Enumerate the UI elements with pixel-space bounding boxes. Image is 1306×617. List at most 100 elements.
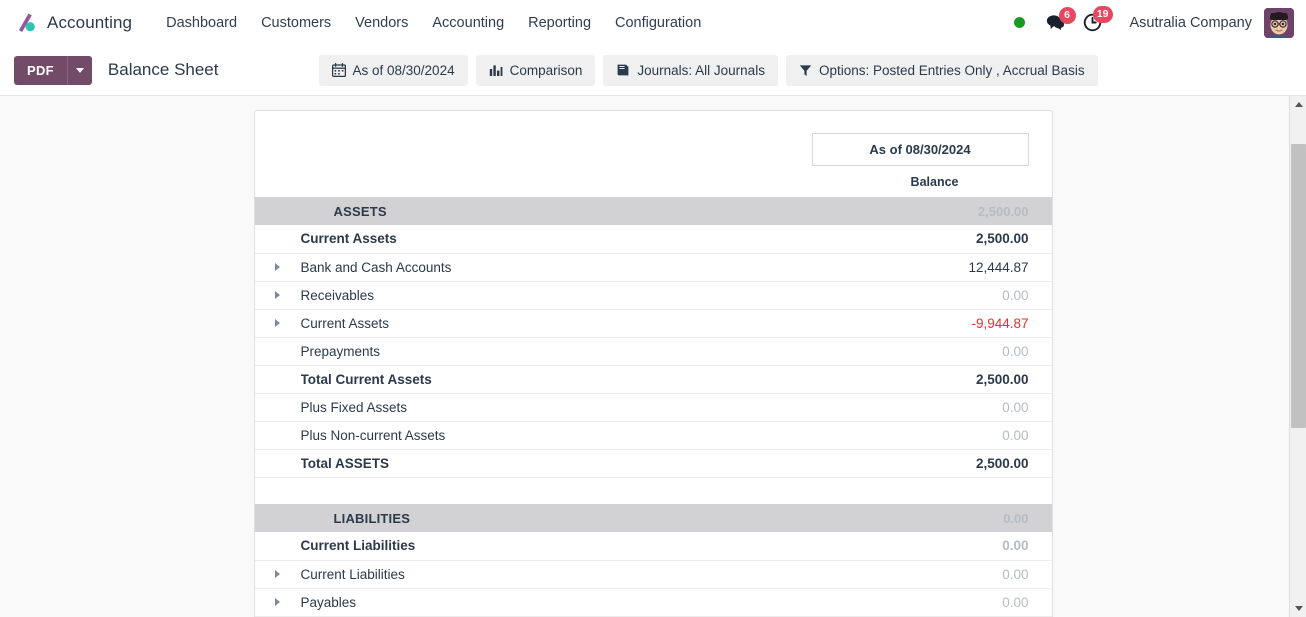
row-value: 12,444.87 bbox=[968, 259, 1029, 275]
row-value: 0.00 bbox=[1002, 538, 1029, 554]
table-row[interactable]: Current Liabilities 0.00 bbox=[254, 560, 1052, 588]
table-row[interactable]: Bank and Cash Accounts 12,444.87 bbox=[254, 253, 1052, 281]
table-row[interactable]: Payables 0.00 bbox=[254, 588, 1052, 616]
pdf-button[interactable]: PDF bbox=[14, 55, 67, 85]
online-status-dot bbox=[1013, 17, 1025, 28]
options-filter-label: Options: Posted Entries Only , Accrual B… bbox=[818, 62, 1085, 78]
bar-chart-icon bbox=[489, 63, 503, 77]
vertical-scrollbar[interactable] bbox=[1289, 96, 1306, 617]
row-value: 2,500.00 bbox=[975, 371, 1029, 387]
expand-triangle-icon[interactable] bbox=[275, 262, 280, 271]
row-label: Payables bbox=[300, 594, 357, 610]
row-value: 0.00 bbox=[1003, 510, 1029, 526]
scroll-down-arrow-icon[interactable] bbox=[1290, 600, 1306, 617]
odoo-logo-icon[interactable] bbox=[14, 11, 38, 35]
user-avatar[interactable] bbox=[1264, 7, 1294, 38]
calendar-icon bbox=[331, 63, 346, 77]
row-label: Plus Non-current Assets bbox=[300, 427, 446, 443]
table-row[interactable]: Plus Non-current Assets 0.00 bbox=[254, 421, 1052, 449]
table-row[interactable]: Current Assets 2,500.00 bbox=[254, 225, 1052, 253]
row-label: Current Liabilities bbox=[300, 566, 405, 582]
messages-badge: 6 bbox=[1058, 7, 1076, 24]
row-value: 0.00 bbox=[1002, 399, 1029, 415]
options-filter-button[interactable]: Options: Posted Entries Only , Accrual B… bbox=[785, 54, 1098, 86]
top-navbar: Accounting Dashboard Customers Vendors A… bbox=[0, 0, 1306, 45]
report-filters: As of 08/30/2024 Comparison Journals: Al… bbox=[318, 54, 1098, 86]
row-expand-cell bbox=[255, 365, 301, 393]
row-label: Total Current Assets bbox=[300, 371, 432, 387]
funnel-icon bbox=[799, 64, 812, 77]
menu-item-reporting[interactable]: Reporting bbox=[516, 9, 603, 37]
menu-item-configuration[interactable]: Configuration bbox=[603, 9, 713, 37]
row-value: 2,500.00 bbox=[977, 203, 1029, 219]
row-value: 0.00 bbox=[1002, 427, 1029, 443]
row-value: 0.00 bbox=[1002, 594, 1029, 610]
activities-badge: 19 bbox=[1092, 6, 1113, 23]
messages-button[interactable]: 6 bbox=[1042, 7, 1079, 33]
row-expand-cell bbox=[255, 532, 301, 560]
row-label: ASSETS bbox=[333, 203, 387, 219]
table-row[interactable]: ASSETS 2,500.00 bbox=[254, 197, 1052, 225]
row-expand-cell bbox=[255, 393, 301, 421]
row-expand-cell[interactable] bbox=[255, 588, 301, 616]
date-filter-button[interactable]: As of 08/30/2024 bbox=[318, 54, 468, 86]
expand-triangle-icon[interactable] bbox=[275, 290, 280, 299]
row-expand-cell[interactable] bbox=[255, 253, 301, 281]
menu-item-vendors[interactable]: Vendors bbox=[343, 9, 420, 37]
table-row[interactable]: LIABILITIES 0.00 bbox=[254, 504, 1052, 532]
comparison-filter-label: Comparison bbox=[509, 62, 583, 78]
pdf-dropdown-button[interactable] bbox=[66, 55, 92, 85]
balance-sheet-body: ASSETS 2,500.00 Current Assets 2,500.00 Bank… bbox=[254, 197, 1052, 616]
menu-item-accounting[interactable]: Accounting bbox=[420, 9, 516, 37]
brand-name: Accounting bbox=[47, 12, 133, 32]
table-row-spacer bbox=[254, 477, 1052, 504]
period-column-header[interactable]: As of 08/30/2024 bbox=[811, 133, 1029, 166]
expand-triangle-icon[interactable] bbox=[275, 318, 280, 327]
menu-item-customers[interactable]: Customers bbox=[249, 9, 343, 37]
page-title: Balance Sheet bbox=[107, 60, 219, 79]
row-expand-cell bbox=[255, 337, 301, 365]
scroll-up-arrow-icon[interactable] bbox=[1290, 96, 1306, 113]
balance-sheet-table: ASSETS 2,500.00 Current Assets 2,500.00 Bank… bbox=[254, 197, 1052, 617]
table-row[interactable]: Total ASSETS 2,500.00 bbox=[254, 449, 1052, 477]
company-switcher[interactable]: Asutralia Company bbox=[1116, 15, 1265, 31]
row-value: 2,500.00 bbox=[975, 455, 1029, 471]
row-expand-cell bbox=[255, 225, 301, 253]
row-label: Receivables bbox=[300, 287, 375, 303]
row-expand-cell bbox=[255, 421, 301, 449]
row-value: 0.00 bbox=[1002, 287, 1029, 303]
journals-filter-button[interactable]: Journals: All Journals bbox=[603, 54, 778, 86]
date-filter-label: As of 08/30/2024 bbox=[352, 62, 455, 78]
row-expand-cell bbox=[255, 504, 301, 532]
row-value: -9,944.87 bbox=[971, 315, 1029, 331]
row-expand-cell[interactable] bbox=[255, 281, 301, 309]
row-label: Current Assets bbox=[300, 315, 390, 331]
activities-button[interactable]: 19 bbox=[1079, 6, 1116, 34]
table-row[interactable]: Prepayments 0.00 bbox=[254, 337, 1052, 365]
row-label: Bank and Cash Accounts bbox=[300, 259, 452, 275]
row-value: 2,500.00 bbox=[975, 231, 1029, 247]
table-row[interactable]: Current Assets -9,944.87 bbox=[254, 309, 1052, 337]
row-label: LIABILITIES bbox=[333, 510, 411, 526]
menu-item-dashboard[interactable]: Dashboard bbox=[154, 9, 249, 37]
row-expand-cell[interactable] bbox=[255, 309, 301, 337]
table-row[interactable]: Plus Fixed Assets 0.00 bbox=[254, 393, 1052, 421]
table-row[interactable]: Total Current Assets 2,500.00 bbox=[254, 365, 1052, 393]
row-value: 0.00 bbox=[1002, 566, 1029, 582]
expand-triangle-icon[interactable] bbox=[275, 597, 280, 606]
row-label: Current Liabilities bbox=[300, 538, 416, 554]
row-expand-cell[interactable] bbox=[255, 560, 301, 588]
table-row[interactable]: Current Liabilities 0.00 bbox=[254, 532, 1052, 560]
row-label: Prepayments bbox=[300, 343, 381, 359]
row-expand-cell bbox=[255, 197, 301, 225]
book-icon bbox=[616, 63, 630, 77]
row-label: Plus Fixed Assets bbox=[300, 399, 408, 415]
table-row[interactable]: Receivables 0.00 bbox=[254, 281, 1052, 309]
row-label: Current Assets bbox=[300, 231, 397, 247]
brand-group[interactable]: Accounting bbox=[14, 11, 132, 35]
expand-triangle-icon[interactable] bbox=[275, 569, 280, 578]
report-sheet: As of 08/30/2024 Balance ASSETS 2,500.00 C… bbox=[253, 110, 1053, 617]
scrollbar-thumb[interactable] bbox=[1291, 144, 1306, 428]
journals-filter-label: Journals: All Journals bbox=[637, 62, 765, 78]
comparison-filter-button[interactable]: Comparison bbox=[475, 54, 596, 86]
